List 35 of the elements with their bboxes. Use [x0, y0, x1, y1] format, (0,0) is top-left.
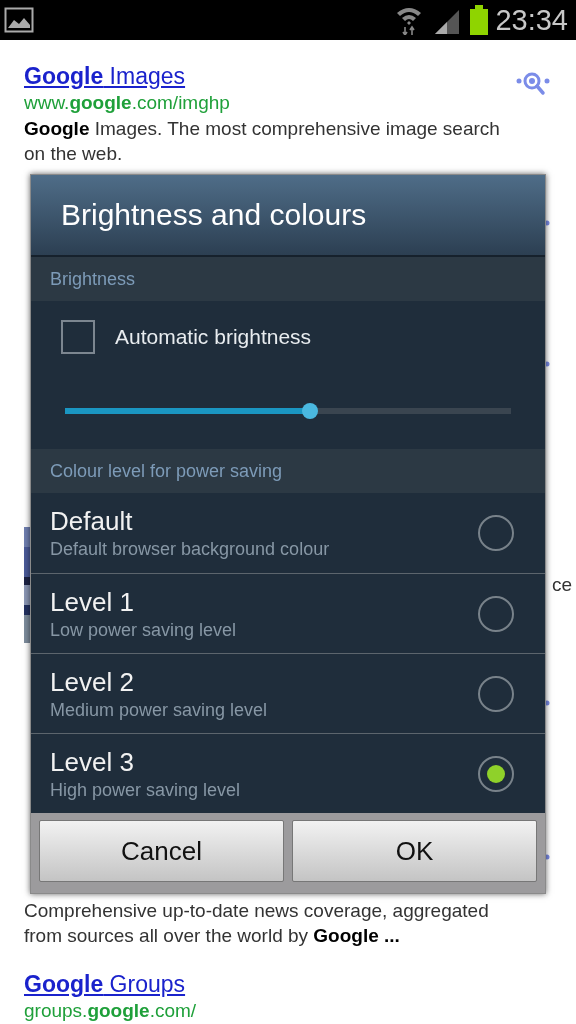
option-description: Low power saving level	[50, 618, 238, 642]
preview-search-icon[interactable]	[516, 70, 550, 98]
option-row[interactable]: Level 1 Low power saving level	[31, 573, 545, 653]
option-description: High power saving level	[50, 778, 242, 802]
battery-icon	[469, 5, 490, 35]
option-description: Medium power saving level	[50, 698, 269, 722]
picture-icon	[4, 7, 34, 33]
cancel-button[interactable]: Cancel	[39, 820, 284, 882]
result-snippet: ce	[551, 574, 572, 596]
checkbox[interactable]	[61, 320, 95, 354]
radio-button[interactable]	[478, 515, 514, 551]
slider-thumb[interactable]	[302, 403, 319, 419]
result-title-link[interactable]: Google Images	[24, 62, 186, 90]
radio-button[interactable]	[478, 755, 514, 792]
result-snippet: Google Images. The most comprehensive image search on the web.	[24, 117, 501, 166]
clock-time: 23:34	[495, 3, 568, 37]
option-title: Default	[50, 505, 134, 537]
section-header: Brightness	[31, 257, 545, 301]
section-header: Colour level for power saving	[31, 449, 545, 493]
checkbox-label: Automatic brightness	[115, 325, 312, 349]
option-row[interactable]: Default Default browser background colour	[31, 493, 545, 573]
result-snippet: Comprehensive up-to-date news coverage, aggregated from sources all over the world by Google ...	[24, 899, 490, 948]
result-title-link[interactable]: Google Groups	[24, 970, 186, 998]
option-description: Default browser background colour	[50, 538, 331, 561]
result-url: groups.google.com/	[24, 999, 198, 1023]
ok-button[interactable]: OK	[292, 820, 537, 882]
option-row[interactable]: Level 2 Medium power saving level	[31, 653, 545, 733]
radio-button[interactable]	[478, 595, 514, 632]
radio-button[interactable]	[478, 675, 514, 712]
result-url: www.google.com/imghp	[24, 91, 231, 115]
option-title: Level 1	[50, 585, 135, 618]
dialog-title: Brightness and colours	[31, 175, 545, 257]
option-title: Level 2	[50, 665, 135, 698]
option-title: Level 3	[50, 745, 135, 778]
wifi-icon	[395, 5, 424, 35]
